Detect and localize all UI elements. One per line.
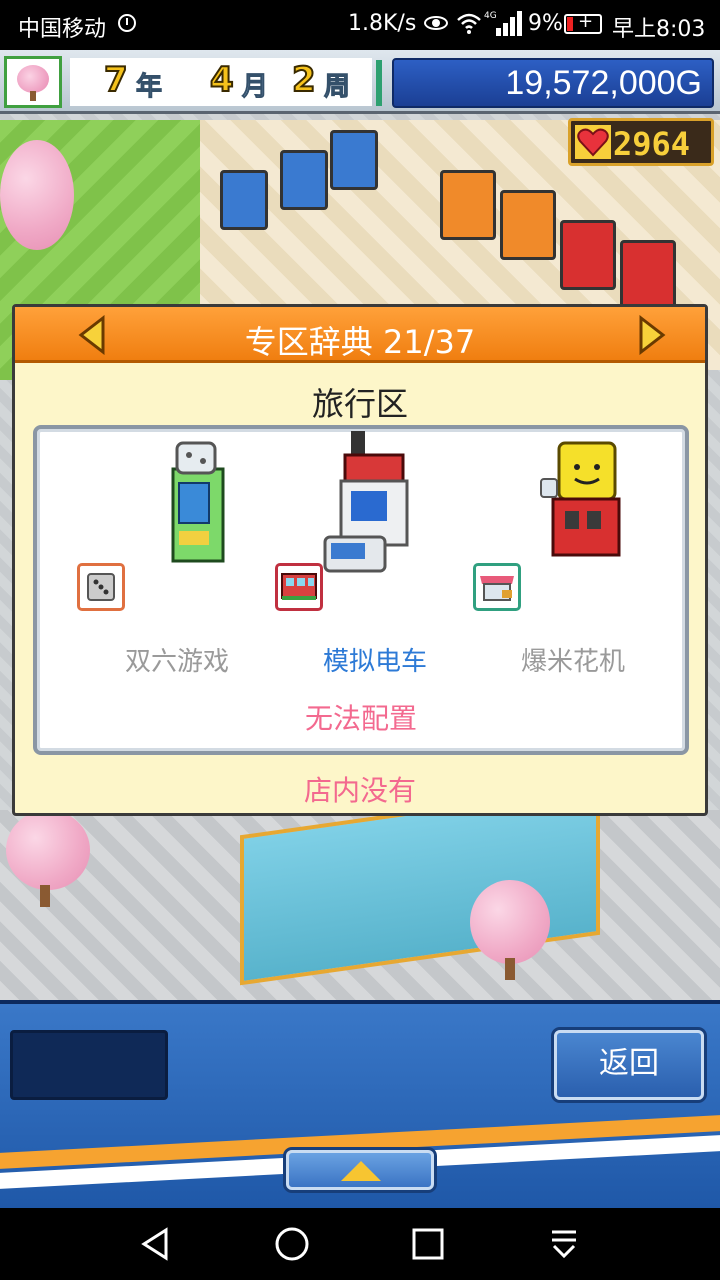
dialog-header: 专区辞典 21/37 bbox=[15, 307, 705, 363]
info-box bbox=[10, 1030, 168, 1100]
arcade-machine bbox=[440, 170, 496, 240]
battery-icon bbox=[564, 11, 602, 34]
train-simulator-icon bbox=[323, 431, 409, 573]
facility-panel: 双六游戏 模拟电车 爆米花机 无法配置 bbox=[33, 425, 689, 755]
dice-icon bbox=[77, 563, 125, 611]
money-display: 19,572,000G bbox=[392, 58, 714, 108]
popularity-counter: 2964 bbox=[568, 118, 714, 166]
arcade-machine bbox=[220, 170, 268, 230]
arcade-machine bbox=[620, 240, 676, 310]
zone-dictionary-dialog: 专区辞典 21/37 旅行区 双六游戏 模拟电车 爆米花机 无法配置 店内没有 bbox=[12, 304, 708, 816]
heart-icon bbox=[575, 125, 611, 159]
popcorn-machine-icon bbox=[540, 441, 621, 557]
cherry-tree-icon bbox=[470, 880, 550, 964]
year-unit: 年 bbox=[135, 72, 163, 103]
alarm-icon bbox=[118, 14, 136, 32]
arcade-machine bbox=[330, 130, 378, 190]
week-unit: 周 bbox=[323, 72, 351, 103]
svg-text:4G: 4G bbox=[484, 11, 497, 21]
carrier-name: 中国移动 bbox=[18, 17, 107, 42]
week-value: 2 bbox=[291, 59, 317, 101]
year-value: 7 bbox=[103, 59, 129, 101]
game-date: 7 年 4 月 2 周 bbox=[70, 58, 372, 106]
placement-status: 无法配置 bbox=[304, 702, 417, 735]
clock: 早上8:03 bbox=[612, 17, 706, 42]
arrow-up-icon bbox=[341, 1161, 381, 1181]
hearts-value: 2964 bbox=[613, 125, 691, 163]
arcade-machine bbox=[500, 190, 556, 260]
next-arrow-icon[interactable] bbox=[635, 315, 667, 355]
status-bar: 中国移动 1.8K/s 4G 9% 早上8:03 bbox=[0, 0, 720, 50]
back-button[interactable]: 返回 bbox=[554, 1030, 704, 1100]
hud-divider bbox=[376, 60, 382, 106]
expand-menu-button[interactable] bbox=[286, 1150, 434, 1190]
season-thumbnail[interactable] bbox=[4, 56, 62, 108]
zone-name: 旅行区 bbox=[311, 385, 408, 423]
cherry-tree-icon bbox=[0, 140, 74, 250]
system-nav-bar bbox=[0, 1208, 720, 1280]
home-icon[interactable] bbox=[272, 1224, 312, 1264]
dialog-title: 专区辞典 21/37 bbox=[244, 323, 476, 361]
cherry-blossom-icon bbox=[17, 65, 49, 93]
facility-label: 双六游戏 bbox=[124, 647, 229, 677]
battery-percent: 9% bbox=[528, 11, 563, 36]
facility-label: 模拟电车 bbox=[322, 647, 427, 677]
shop-icon bbox=[473, 563, 521, 611]
top-hud: 7 年 4 月 2 周 19,572,000G bbox=[0, 50, 720, 114]
bottom-bar: 返回 bbox=[0, 1000, 720, 1208]
month-value: 4 bbox=[209, 59, 235, 101]
facility-item[interactable]: 爆米花机 bbox=[463, 429, 663, 689]
recents-icon[interactable] bbox=[408, 1224, 448, 1264]
facility-item[interactable]: 双六游戏 bbox=[67, 429, 267, 689]
sugoroku-machine-icon bbox=[171, 441, 225, 563]
arcade-machine bbox=[560, 220, 616, 290]
signal-icon: 4G bbox=[484, 11, 522, 36]
store-status: 店内没有 bbox=[303, 774, 416, 807]
notification-pulldown-icon[interactable] bbox=[544, 1224, 584, 1264]
cherry-tree-icon bbox=[6, 810, 90, 890]
facility-label: 爆米花机 bbox=[520, 647, 625, 677]
wifi-icon bbox=[457, 13, 481, 34]
arcade-machine bbox=[280, 150, 328, 210]
back-icon[interactable] bbox=[136, 1224, 176, 1264]
facility-item[interactable]: 模拟电车 bbox=[265, 429, 465, 689]
train-icon bbox=[275, 563, 323, 611]
eye-comfort-icon bbox=[424, 16, 448, 30]
network-speed: 1.8K/s bbox=[348, 11, 417, 36]
month-unit: 月 bbox=[241, 72, 269, 103]
